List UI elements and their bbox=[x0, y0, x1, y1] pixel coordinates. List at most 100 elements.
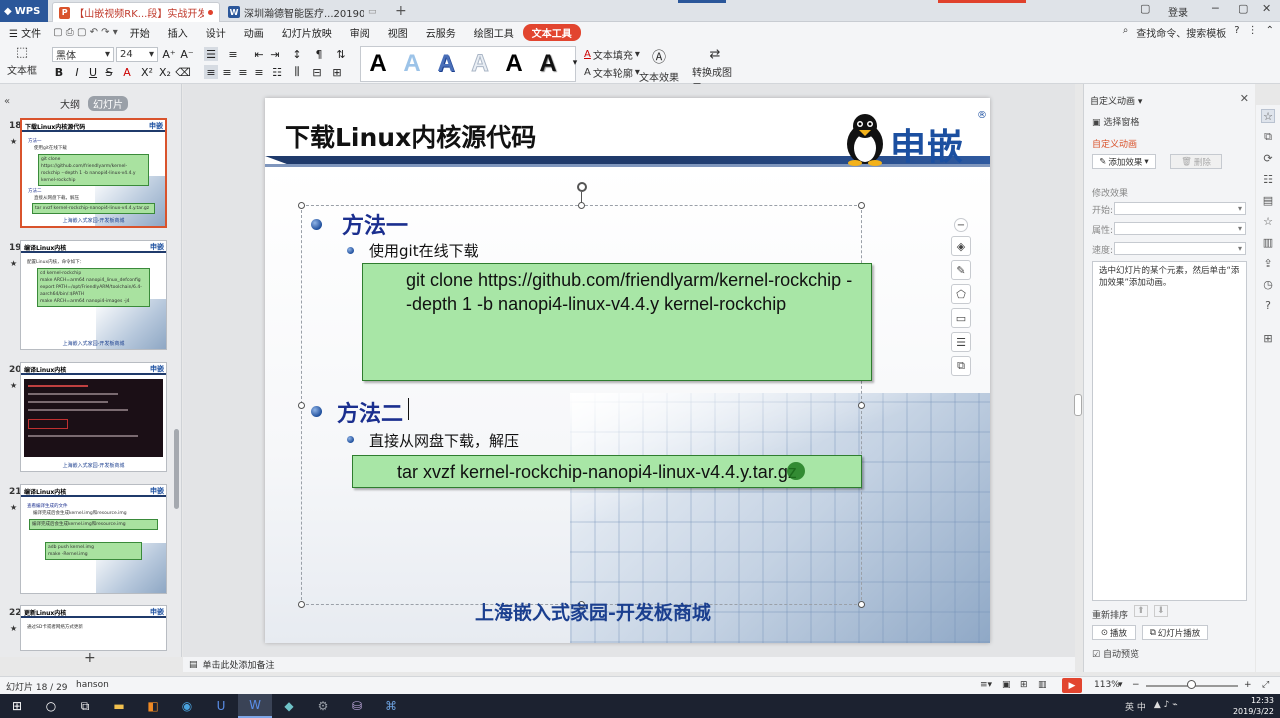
more-icon[interactable]: ⋮ bbox=[1248, 25, 1258, 40]
zoom-in-icon[interactable]: + bbox=[1244, 680, 1252, 690]
decrease-indent-icon[interactable]: ⇤ bbox=[252, 47, 266, 61]
collapse-ribbon-icon[interactable]: ⌃ bbox=[1266, 25, 1274, 40]
slide[interactable]: 下载Linux内核源代码 申嵌 ® 方法一 使用git在线下载 git clon… bbox=[265, 98, 990, 643]
move-up-icon[interactable]: ⬆ bbox=[1134, 605, 1148, 617]
resize-handle[interactable] bbox=[298, 202, 305, 209]
underline-icon[interactable]: U bbox=[86, 65, 100, 79]
slide-title[interactable]: 下载Linux内核源代码 bbox=[285, 118, 536, 154]
zoom-level[interactable]: 113% bbox=[1094, 680, 1120, 690]
menu-design[interactable]: 设计 bbox=[197, 25, 235, 40]
tab-document[interactable]: W 深圳瀚德智能医疗...20190322 ▭ bbox=[222, 2, 390, 22]
quick-access-icons[interactable]: ▢ ⎙ ▢ ↶ ↷ ▾ bbox=[50, 27, 121, 38]
font-color-icon[interactable]: A bbox=[120, 65, 134, 79]
notes-bar[interactable]: ▤ 单击此处添加备注 bbox=[183, 657, 1075, 672]
fit-window-icon[interactable]: ⤢ bbox=[1262, 680, 1269, 690]
play-button[interactable]: ⊙ 播放 bbox=[1092, 625, 1136, 640]
strikethrough-icon[interactable]: S bbox=[102, 65, 116, 79]
template-tool-icon[interactable]: ▤ bbox=[1261, 193, 1275, 207]
file-explorer-icon[interactable]: ▬ bbox=[102, 694, 136, 718]
select-pane-link[interactable]: ▣ 选择窗格 bbox=[1092, 115, 1139, 128]
style-shadow[interactable]: A bbox=[531, 50, 565, 78]
add-effect-button[interactable]: ✎ 添加效果 ▾ bbox=[1092, 154, 1156, 169]
collapse-icon[interactable]: − bbox=[954, 218, 968, 232]
zoom-slider-thumb[interactable] bbox=[1187, 680, 1196, 689]
wps-logo[interactable]: ◆ WPS bbox=[0, 0, 48, 22]
collapse-panel-icon[interactable]: « bbox=[4, 96, 10, 107]
app-notepad-icon[interactable]: ◆ bbox=[272, 694, 306, 718]
app-remote-icon[interactable]: ⌘ bbox=[374, 694, 408, 718]
menu-view[interactable]: 视图 bbox=[379, 25, 417, 40]
align-text-icon[interactable]: ⊟ bbox=[310, 65, 324, 79]
shape-outline-icon[interactable]: ▭ bbox=[951, 308, 971, 328]
favorite-tool-icon[interactable]: ☆ bbox=[1261, 214, 1275, 228]
restore-icon[interactable]: ▢ bbox=[1140, 2, 1150, 15]
slides-scrollbar[interactable] bbox=[174, 429, 179, 509]
align-left-icon[interactable]: ≡ bbox=[204, 65, 218, 79]
normal-view-icon[interactable]: ▣ bbox=[1002, 680, 1011, 690]
method2-description[interactable]: 直接从网盘下载，解压 bbox=[369, 430, 519, 451]
history-tool-icon[interactable]: ◷ bbox=[1261, 277, 1275, 291]
slideshow-play-icon[interactable]: ▶ bbox=[1062, 678, 1082, 693]
windows-start-icon[interactable]: ⊞ bbox=[0, 694, 34, 718]
grid-tool-icon[interactable]: ⊞ bbox=[1261, 331, 1275, 345]
method2-heading[interactable]: 方法二 bbox=[337, 396, 403, 428]
task-view-icon[interactable]: ⧉ bbox=[68, 694, 102, 718]
cortana-icon[interactable]: ○ bbox=[34, 694, 68, 718]
tab-close-icon[interactable]: ▭ bbox=[368, 7, 377, 17]
superscript-icon[interactable]: X² bbox=[140, 65, 154, 79]
canvas-scrollbar[interactable] bbox=[1074, 394, 1082, 416]
start-select[interactable]: ▾ bbox=[1114, 202, 1246, 215]
font-name-select[interactable]: 黑体 ▾ bbox=[52, 47, 114, 62]
text-direction-icon[interactable]: ⇅ bbox=[334, 47, 348, 61]
copy-format-icon[interactable]: ⧉ bbox=[951, 356, 971, 376]
menu-slideshow[interactable]: 幻灯片放映 bbox=[273, 25, 341, 40]
text-box-align-icon[interactable]: ⊞ bbox=[330, 65, 344, 79]
close-window-icon[interactable]: ✕ bbox=[1262, 2, 1271, 15]
resize-handle[interactable] bbox=[858, 202, 865, 209]
app-u-icon[interactable]: U bbox=[204, 694, 238, 718]
text-effect-button[interactable]: Ⓐ 文本效果 bbox=[638, 47, 680, 84]
increase-indent-icon[interactable]: ⇥ bbox=[268, 47, 282, 61]
new-tab-button[interactable]: + bbox=[395, 3, 407, 19]
paragraph-icon[interactable]: ¶ bbox=[312, 47, 326, 61]
clock[interactable]: 12:33 2019/3/22 bbox=[1233, 695, 1274, 717]
style-bold-black[interactable]: A bbox=[497, 50, 531, 78]
line-spacing-icon[interactable]: ↕ bbox=[290, 47, 304, 61]
app-orange-icon[interactable]: ◧ bbox=[136, 694, 170, 718]
method1-description[interactable]: 使用git在线下载 bbox=[369, 240, 479, 261]
panel-title[interactable]: 自定义动画 ▾ bbox=[1090, 94, 1142, 107]
sorter-view-icon[interactable]: ⊞ bbox=[1020, 680, 1028, 690]
close-panel-icon[interactable]: ✕ bbox=[1240, 92, 1249, 105]
bold-icon[interactable]: B bbox=[52, 65, 66, 79]
layers-icon[interactable]: ◈ bbox=[951, 236, 971, 256]
distribute-icon[interactable]: ☷ bbox=[270, 65, 284, 79]
command-search[interactable]: 查找命令、搜索模板 bbox=[1136, 25, 1226, 40]
resize-handle[interactable] bbox=[298, 601, 305, 608]
text-fill-button[interactable]: A 文本填充 ▾ bbox=[584, 47, 640, 62]
method1-code-box[interactable]: git clone https://github.com/friendlyarm… bbox=[362, 263, 872, 381]
menu-home[interactable]: 开始 bbox=[121, 25, 159, 40]
slide-thumbnail-22[interactable]: 更新Linux内核 申嵌 通过SD卡或者网络方式更新 bbox=[20, 605, 167, 651]
align-right-icon[interactable]: ≡ bbox=[236, 65, 250, 79]
columns-icon[interactable]: ⫼ bbox=[290, 65, 304, 79]
help-tool-icon[interactable]: ? bbox=[1261, 298, 1275, 312]
textbox-button[interactable]: ⬚ 文本框 bbox=[6, 45, 38, 77]
document-tool-icon[interactable]: ▥ bbox=[1261, 235, 1275, 249]
subscript-icon[interactable]: X₂ bbox=[158, 65, 172, 79]
zoom-out-icon[interactable]: − bbox=[1132, 680, 1140, 690]
input-method[interactable]: 英 中 bbox=[1125, 700, 1146, 713]
tray-icons[interactable]: ▲ ♪ ⌁ bbox=[1154, 700, 1178, 713]
style-black[interactable]: A bbox=[361, 50, 395, 78]
shape-fill-icon[interactable]: ⬠ bbox=[951, 284, 971, 304]
gallery-more-icon[interactable]: ▾ bbox=[568, 56, 582, 70]
app-gear-icon[interactable]: ⚙ bbox=[306, 694, 340, 718]
animation-star-tool-icon[interactable]: ☆ bbox=[1261, 109, 1275, 123]
text-settings-icon[interactable]: ☰ bbox=[951, 332, 971, 352]
slideshow-button[interactable]: ⧉ 幻灯片播放 bbox=[1142, 625, 1208, 640]
notes-placeholder[interactable]: 单击此处添加备注 bbox=[203, 658, 275, 671]
method1-heading[interactable]: 方法一 bbox=[342, 208, 408, 240]
font-size-select[interactable]: 24 ▾ bbox=[116, 47, 158, 62]
bullet-list-icon[interactable]: ☰ bbox=[204, 47, 218, 61]
method2-code-box[interactable]: tar xvzf kernel-rockchip-nanopi4-linux-v… bbox=[352, 455, 862, 488]
property-select[interactable]: ▾ bbox=[1114, 222, 1246, 235]
